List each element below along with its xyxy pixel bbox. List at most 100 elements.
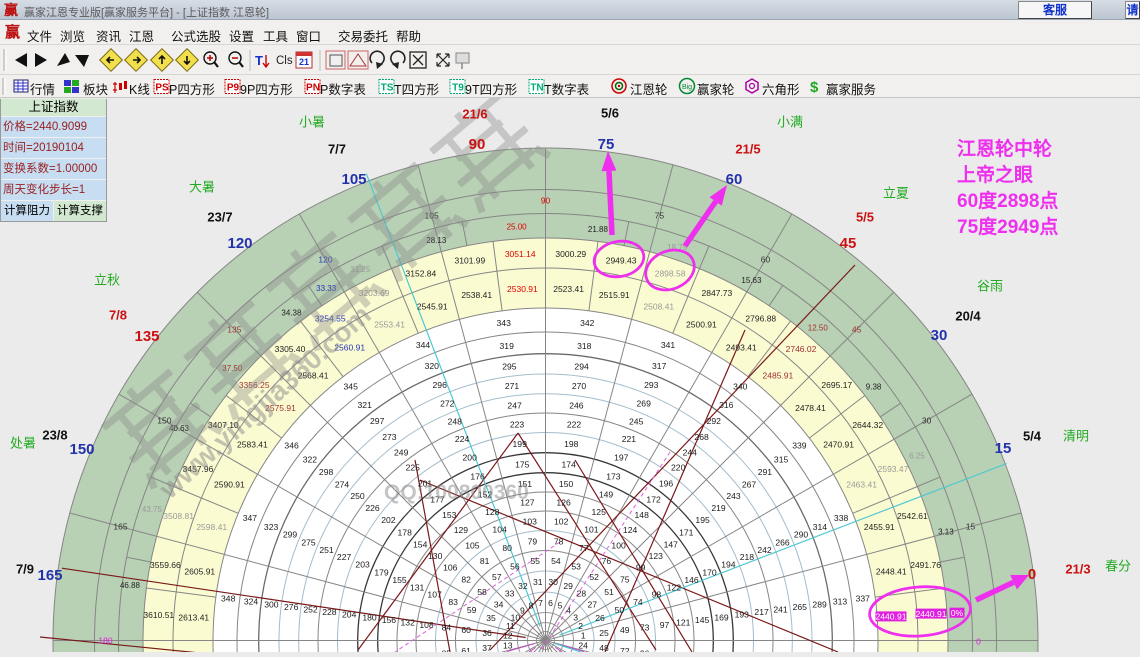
svg-text:74: 74 bbox=[633, 597, 643, 607]
svg-text:2644.32: 2644.32 bbox=[852, 420, 883, 430]
svg-text:85: 85 bbox=[442, 649, 452, 652]
svg-text:323: 323 bbox=[264, 522, 279, 532]
svg-text:345: 345 bbox=[344, 382, 359, 392]
svg-text:241: 241 bbox=[773, 605, 788, 615]
svg-text:5/6: 5/6 bbox=[601, 106, 619, 121]
svg-text:226: 226 bbox=[365, 503, 380, 513]
svg-text:TS: TS bbox=[381, 83, 394, 94]
svg-text:Cls: Cls bbox=[276, 55, 293, 67]
svg-text:270: 270 bbox=[572, 381, 587, 391]
svg-text:5/5: 5/5 bbox=[856, 210, 874, 225]
svg-text:103: 103 bbox=[523, 517, 538, 527]
svg-text:321: 321 bbox=[358, 400, 373, 410]
svg-text:79: 79 bbox=[528, 536, 538, 546]
svg-text:156: 156 bbox=[382, 615, 397, 625]
svg-text:2440.91: 2440.91 bbox=[875, 612, 906, 622]
svg-text:344: 344 bbox=[416, 340, 431, 350]
svg-text:298: 298 bbox=[319, 467, 334, 477]
svg-text:37: 37 bbox=[482, 643, 492, 652]
svg-text:275: 275 bbox=[301, 537, 316, 547]
svg-text:242: 242 bbox=[757, 545, 772, 555]
svg-text:小满: 小满 bbox=[777, 115, 803, 130]
svg-text:1: 1 bbox=[581, 631, 586, 641]
svg-text:7/8: 7/8 bbox=[109, 308, 127, 323]
svg-text:46.88: 46.88 bbox=[120, 581, 141, 590]
svg-text:289: 289 bbox=[812, 599, 827, 609]
svg-text:2593.47: 2593.47 bbox=[878, 464, 909, 474]
svg-text:春分: 春分 bbox=[1105, 559, 1131, 574]
svg-text:198: 198 bbox=[564, 439, 579, 449]
svg-text:102: 102 bbox=[554, 517, 569, 527]
svg-text:129: 129 bbox=[454, 525, 469, 535]
svg-text:316: 316 bbox=[719, 400, 734, 410]
svg-text:121: 121 bbox=[676, 617, 691, 627]
svg-text:45: 45 bbox=[852, 324, 862, 334]
svg-text:3101.99: 3101.99 bbox=[455, 255, 486, 265]
svg-text:272: 272 bbox=[440, 399, 455, 409]
svg-text:2470.91: 2470.91 bbox=[823, 440, 854, 450]
svg-text:2598.41: 2598.41 bbox=[196, 522, 227, 532]
svg-text:195: 195 bbox=[695, 515, 710, 525]
svg-text:171: 171 bbox=[679, 527, 694, 537]
svg-text:150: 150 bbox=[69, 441, 94, 458]
svg-text:341: 341 bbox=[661, 340, 676, 350]
svg-text:75: 75 bbox=[620, 575, 630, 585]
svg-text:5: 5 bbox=[558, 600, 563, 610]
svg-text:194: 194 bbox=[721, 560, 736, 570]
svg-text:60: 60 bbox=[761, 254, 771, 264]
svg-text:81: 81 bbox=[480, 556, 490, 566]
svg-text:249: 249 bbox=[394, 448, 409, 458]
svg-text:2949.43: 2949.43 bbox=[606, 255, 637, 265]
svg-text:15: 15 bbox=[966, 522, 976, 532]
svg-text:3000.29: 3000.29 bbox=[555, 249, 586, 259]
svg-text:61: 61 bbox=[461, 646, 471, 652]
svg-text:318: 318 bbox=[577, 341, 592, 351]
svg-text:101: 101 bbox=[584, 525, 599, 535]
svg-text:立夏: 立夏 bbox=[883, 186, 909, 201]
svg-text:江恩轮中轮: 江恩轮中轮 bbox=[957, 137, 1052, 160]
svg-text:2500.91: 2500.91 bbox=[686, 319, 717, 329]
svg-text:11: 11 bbox=[506, 621, 515, 631]
svg-text:12: 12 bbox=[503, 631, 513, 641]
svg-text:131: 131 bbox=[410, 582, 425, 592]
svg-text:2493.41: 2493.41 bbox=[726, 342, 757, 352]
svg-text:274: 274 bbox=[335, 479, 350, 489]
svg-text:317: 317 bbox=[652, 361, 667, 371]
svg-text:23/8: 23/8 bbox=[42, 428, 67, 443]
svg-text:313: 313 bbox=[833, 597, 848, 607]
svg-text:276: 276 bbox=[284, 602, 299, 612]
svg-text:3.13: 3.13 bbox=[938, 527, 954, 536]
svg-text:3051.14: 3051.14 bbox=[505, 249, 536, 259]
svg-text:Big: Big bbox=[682, 84, 692, 91]
svg-text:180: 180 bbox=[362, 612, 377, 622]
svg-text:PS: PS bbox=[155, 83, 169, 94]
svg-text:26: 26 bbox=[595, 613, 605, 623]
svg-text:2695.17: 2695.17 bbox=[821, 380, 852, 390]
svg-text:343: 343 bbox=[497, 318, 512, 328]
svg-text:51: 51 bbox=[604, 587, 614, 597]
svg-text:293: 293 bbox=[644, 380, 659, 390]
svg-text:75: 75 bbox=[598, 136, 615, 153]
svg-text:21: 21 bbox=[299, 57, 309, 67]
svg-text:122: 122 bbox=[667, 582, 682, 592]
svg-text:2847.73: 2847.73 bbox=[702, 288, 733, 298]
svg-text:2542.61: 2542.61 bbox=[897, 511, 928, 521]
svg-text:180: 180 bbox=[98, 636, 112, 646]
svg-text:196: 196 bbox=[659, 478, 674, 488]
svg-text:149: 149 bbox=[599, 490, 614, 500]
svg-text:60度2898点: 60度2898点 bbox=[957, 189, 1058, 212]
svg-text:53: 53 bbox=[571, 562, 581, 572]
svg-text:245: 245 bbox=[629, 417, 644, 427]
svg-text:338: 338 bbox=[834, 513, 849, 523]
svg-text:108: 108 bbox=[419, 620, 434, 630]
svg-text:21/6: 21/6 bbox=[462, 107, 487, 122]
svg-text:60: 60 bbox=[461, 625, 471, 635]
svg-text:348: 348 bbox=[221, 594, 236, 604]
svg-text:243: 243 bbox=[726, 491, 741, 501]
svg-text:222: 222 bbox=[567, 419, 582, 429]
svg-text:52: 52 bbox=[589, 572, 599, 582]
svg-text:314: 314 bbox=[813, 522, 828, 532]
svg-text:296: 296 bbox=[433, 380, 448, 390]
svg-text:339: 339 bbox=[792, 441, 807, 451]
svg-text:2553.41: 2553.41 bbox=[374, 319, 405, 329]
